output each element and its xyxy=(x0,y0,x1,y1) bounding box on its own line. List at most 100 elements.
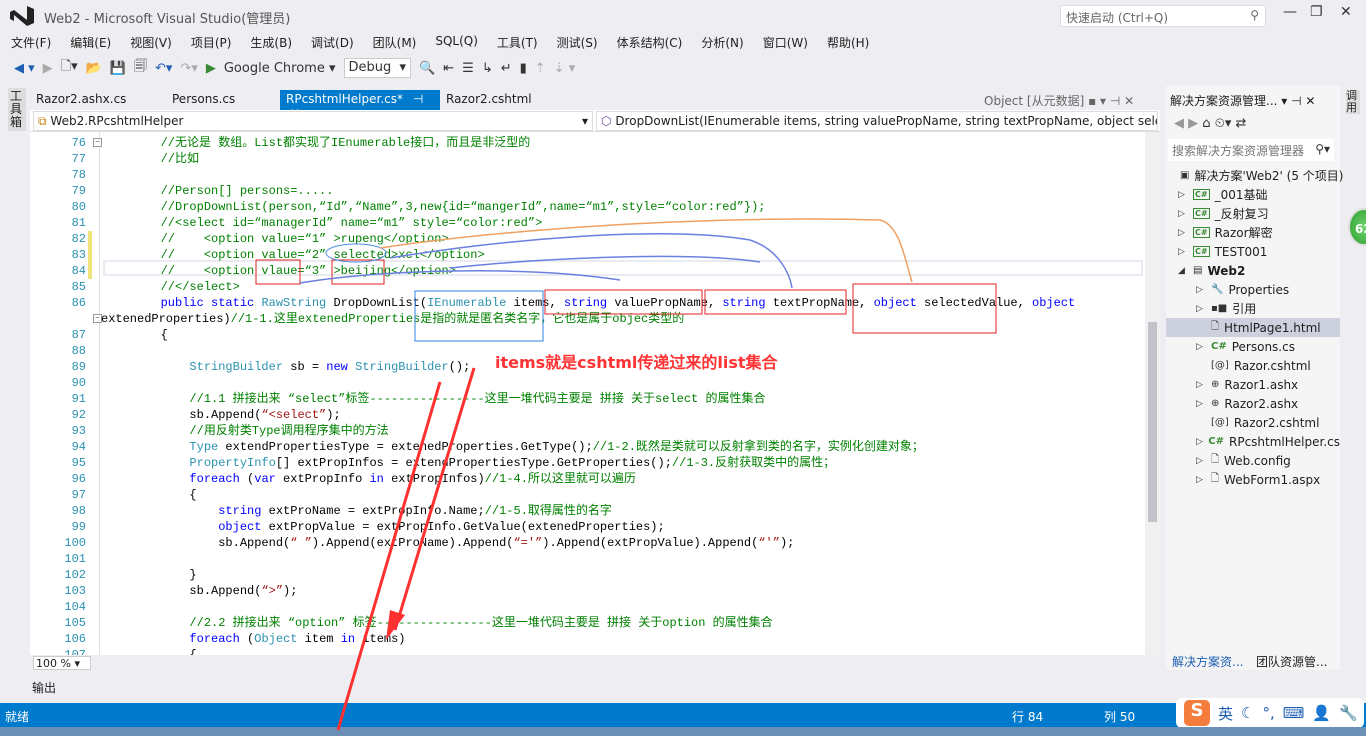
solution-tree-item[interactable]: ▷ C# RPcshtmlHelper.cs xyxy=(1166,432,1340,451)
member-dropdown[interactable]: ⬡ DropDownList(IEnumerable items, string… xyxy=(596,111,1158,131)
solution-tree-item[interactable]: ▷ ⊕ Razor1.ashx xyxy=(1166,375,1340,394)
solution-tree-item[interactable]: ▷ C# Persons.cs xyxy=(1166,337,1340,356)
tab-team-explorer[interactable]: 团队资源管... xyxy=(1256,653,1327,670)
solution-tree-item[interactable]: ▷ ⊕ Razor2.ashx xyxy=(1166,394,1340,413)
menu-item[interactable]: 测试(S) xyxy=(557,32,598,52)
solution-tree-item[interactable]: [@] Razor.cshtml xyxy=(1166,356,1340,375)
menu-item[interactable]: SQL(Q) xyxy=(435,32,478,52)
menu-item[interactable]: 视图(V) xyxy=(130,32,172,52)
menu-item[interactable]: 帮助(H) xyxy=(827,32,869,52)
expand-toggle-icon[interactable]: ▷ xyxy=(1196,342,1206,352)
run-target-dropdown[interactable]: Google Chrome ▾ xyxy=(224,61,336,76)
expand-toggle-icon[interactable]: ▷ xyxy=(1178,228,1188,238)
fold-toggle-icon[interactable]: − xyxy=(93,138,102,147)
solution-tree-item[interactable]: ▷ 🗋 WebForm1.aspx xyxy=(1166,470,1340,489)
solution-tree-item[interactable]: 🗋 HtmlPage1.html xyxy=(1166,318,1340,337)
maximize-button[interactable]: ❐ xyxy=(1310,4,1323,20)
tab-razor2-ashx-cs[interactable]: Razor2.ashx.cs xyxy=(30,90,132,110)
solution-tree-item[interactable]: ◢ ▤ Web2 xyxy=(1166,261,1340,280)
save-all-icon[interactable]: 🗐 xyxy=(134,57,147,79)
expand-toggle-icon[interactable]: ▷ xyxy=(1178,190,1188,200)
object-browser-tab[interactable]: Object [从元数据] ▪ ▾ ⊣ ✕ xyxy=(984,92,1134,109)
ime-toolbar[interactable]: S 英 ☾ °, ⌨ 👤 🔧 xyxy=(1176,698,1364,728)
undo-icon[interactable]: ↶▾ xyxy=(155,61,172,76)
tab-razor2-cshtml[interactable]: Razor2.cshtml xyxy=(440,90,538,110)
user-icon[interactable]: 👤 xyxy=(1312,704,1331,722)
code-line: 83 // <option value=“2” selected>xcl</op… xyxy=(30,247,1145,263)
expand-toggle-icon[interactable]: ▷ xyxy=(1196,285,1206,295)
output-tab[interactable]: 输出 xyxy=(32,679,56,696)
close-button[interactable]: ✕ xyxy=(1340,4,1352,20)
home-icon[interactable]: ⌂ xyxy=(1202,116,1210,131)
tab-persons-cs[interactable]: Persons.cs xyxy=(166,90,241,110)
zoom-dropdown[interactable]: 100 % ▾ xyxy=(33,656,91,670)
pin-icon[interactable]: ⊣ xyxy=(413,92,423,106)
indent-icon[interactable]: ☰ xyxy=(462,61,474,76)
uncomment-icon[interactable]: ↵ xyxy=(501,61,512,76)
expand-toggle-icon[interactable]: ◢ xyxy=(1178,266,1188,276)
expand-toggle-icon[interactable]: ▷ xyxy=(1196,475,1206,485)
solution-tree-item[interactable]: [@] Razor2.cshtml xyxy=(1166,413,1340,432)
menu-item[interactable]: 调试(D) xyxy=(311,32,354,52)
expand-toggle-icon[interactable]: ▷ xyxy=(1196,456,1206,466)
horizontal-scrollbar[interactable] xyxy=(30,655,1160,670)
redo-icon[interactable]: ↷▾ xyxy=(180,61,197,76)
back-icon[interactable]: ◀ ▾ xyxy=(14,61,35,76)
menu-item[interactable]: 项目(P) xyxy=(191,32,232,52)
expand-toggle-icon[interactable]: ▷ xyxy=(1178,209,1188,219)
code-editor[interactable]: 76− //无论是 数组。List都实现了IEnumerable接口，而且是非泛… xyxy=(30,132,1160,655)
menu-item[interactable]: 文件(F) xyxy=(11,32,51,52)
expand-toggle-icon[interactable]: ▷ xyxy=(1196,304,1206,314)
forward-icon[interactable]: ▶ xyxy=(43,61,53,76)
keyboard-icon[interactable]: ⌨ xyxy=(1283,704,1305,722)
solution-search-input[interactable]: 搜索解决方案资源管理器 ⚲▾ xyxy=(1168,139,1334,161)
expand-toggle-icon[interactable]: ▷ xyxy=(1196,399,1206,409)
expand-toggle-icon[interactable]: ▷ xyxy=(1196,380,1206,390)
class-dropdown[interactable]: ⧉ Web2.RPcshtmlHelper ▾ xyxy=(33,111,593,131)
find-icon[interactable]: 🔍 xyxy=(419,61,435,76)
solution-tree-item[interactable]: ▷ ▪■ 引用 xyxy=(1166,299,1340,318)
menu-item[interactable]: 分析(N) xyxy=(701,32,743,52)
menu-item[interactable]: 工具(T) xyxy=(497,32,538,52)
comment-icon[interactable]: ↳ xyxy=(482,61,493,76)
history-icon[interactable]: ⏲▾ xyxy=(1215,116,1232,131)
quick-launch-input[interactable]: 快速启动 (Ctrl+Q) ⚲ xyxy=(1060,5,1266,27)
moon-icon[interactable]: ☾ xyxy=(1241,704,1254,722)
menu-item[interactable]: 生成(B) xyxy=(250,32,292,52)
outline-icon[interactable]: ⇤ xyxy=(443,61,454,76)
menu-item[interactable]: 团队(M) xyxy=(373,32,417,52)
forward-icon[interactable]: ▶ xyxy=(1188,116,1198,131)
back-icon[interactable]: ◀ xyxy=(1174,116,1184,131)
next-bookmark-icon[interactable]: ⇣ ▾ xyxy=(554,61,576,76)
expand-toggle-icon[interactable]: ▷ xyxy=(1196,437,1203,447)
config-dropdown[interactable]: Debug ▾ xyxy=(343,58,412,78)
new-project-icon[interactable]: 🗋▾ xyxy=(61,57,78,79)
tab-solution-explorer[interactable]: 解决方案资... xyxy=(1172,653,1243,670)
solution-tree-item[interactable]: ▷ C# TEST001 xyxy=(1166,242,1340,261)
bookmark-icon[interactable]: ▮ xyxy=(520,61,527,76)
tab-rpcshtmlhelper-cs[interactable]: RPcshtmlHelper.cs* ⊣ ✕ xyxy=(280,90,440,120)
menu-item[interactable]: 窗口(W) xyxy=(763,32,808,52)
solution-tree-item[interactable]: ▷ 🗋 Web.config xyxy=(1166,451,1340,470)
solution-tree-item[interactable]: ▷ C# _反射复习 xyxy=(1166,204,1340,223)
scrollbar-thumb[interactable] xyxy=(1148,322,1157,522)
solution-tree-item[interactable]: ▷ C# _001基础 xyxy=(1166,185,1340,204)
solution-tree-item[interactable]: ▷ 🔧 Properties xyxy=(1166,280,1340,299)
toolbox-tab[interactable]: 工具箱 xyxy=(8,88,26,131)
open-icon[interactable]: 📂 xyxy=(86,61,102,76)
call-hierarchy-tab[interactable]: 调用 xyxy=(1346,90,1360,114)
minimize-button[interactable]: — xyxy=(1283,4,1297,20)
expand-toggle-icon[interactable]: ▷ xyxy=(1178,247,1188,257)
ime-mode[interactable]: 英 xyxy=(1218,703,1233,724)
solution-tree-item[interactable]: ▣ 解决方案'Web2' (5 个项目) xyxy=(1166,166,1343,185)
wrench-icon[interactable]: 🔧 xyxy=(1339,704,1358,722)
sync-icon[interactable]: ⇄ xyxy=(1236,116,1247,131)
solution-tree-item[interactable]: ▷ C# Razor解密 xyxy=(1166,223,1340,242)
prev-bookmark-icon[interactable]: ⇡ xyxy=(535,61,546,76)
run-icon[interactable]: ▶ xyxy=(206,61,216,76)
vertical-scrollbar[interactable] xyxy=(1145,132,1160,655)
save-icon[interactable]: 💾 xyxy=(110,61,126,76)
punctuation-icon[interactable]: °, xyxy=(1262,704,1274,722)
menu-item[interactable]: 编辑(E) xyxy=(70,32,111,52)
menu-item[interactable]: 体系结构(C) xyxy=(617,32,683,52)
